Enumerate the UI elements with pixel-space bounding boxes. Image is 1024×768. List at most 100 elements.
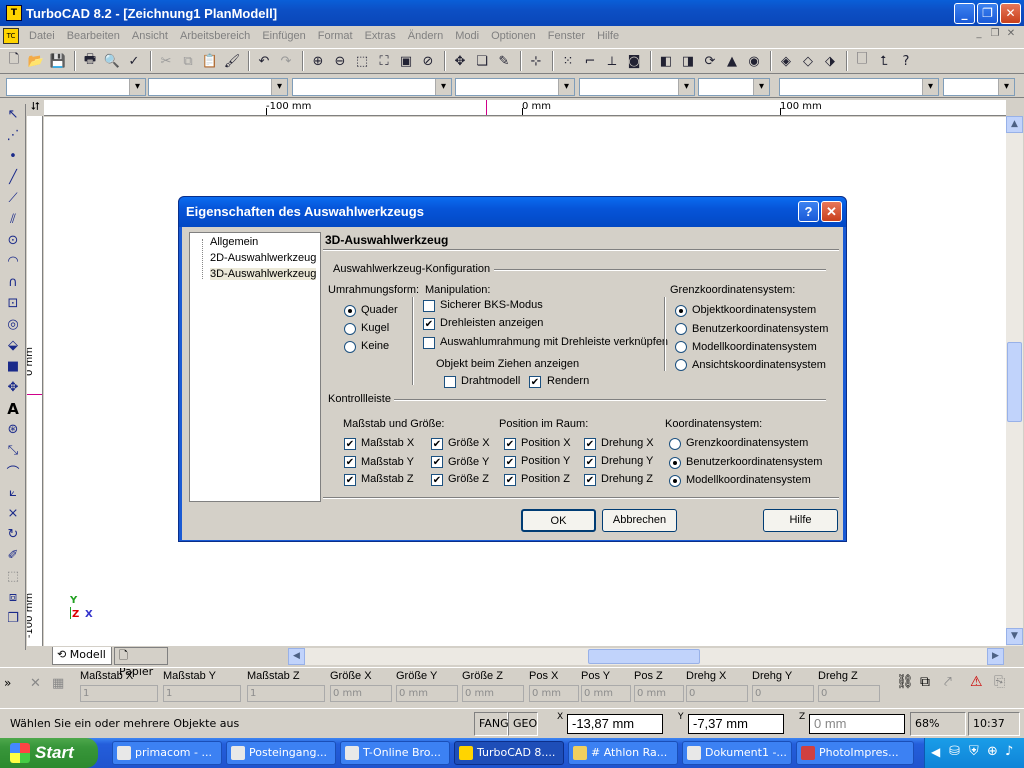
mdi-restore-icon[interactable]: ❐	[988, 28, 1002, 42]
task-primacom[interactable]: primacom - ...	[112, 741, 222, 765]
zoom-window-icon[interactable]: ⬚	[352, 51, 372, 71]
view-rotate-icon[interactable]: ⟳	[700, 51, 720, 71]
radio-ansichtskoord[interactable]	[675, 359, 687, 371]
double-line-icon[interactable]: ⫽	[2, 209, 24, 230]
layers-icon[interactable]: ❏	[472, 51, 492, 71]
snap-icon[interactable]: ⌐	[580, 51, 600, 71]
tray-arrow-icon[interactable]: ◀	[931, 745, 940, 759]
table-icon[interactable]: ▦	[52, 676, 64, 691]
zoom-out-icon[interactable]: ⊖	[330, 51, 350, 71]
checkbox-drehung-z[interactable]	[584, 474, 596, 486]
document-icon[interactable]: TC	[3, 28, 19, 44]
sphere-icon[interactable]: ◎	[2, 314, 24, 335]
tray-volume-icon[interactable]: ♪	[1005, 744, 1013, 759]
view-front-icon[interactable]: ◧	[656, 51, 676, 71]
fill-combo[interactable]	[779, 78, 939, 96]
scroll-right-icon[interactable]: ▶	[987, 648, 1004, 665]
z-coord-field[interactable]: 0 mm	[809, 714, 905, 734]
task-turbocad[interactable]: TurboCAD 8....	[454, 741, 564, 765]
axes-icon[interactable]: ⮤	[874, 51, 894, 71]
checkbox-position-x[interactable]	[504, 438, 516, 450]
trim-icon[interactable]: ⨯	[2, 503, 24, 524]
radio-keine[interactable]	[344, 341, 356, 353]
mdi-minimize-icon[interactable]: _	[972, 28, 986, 42]
radio-quader[interactable]	[344, 305, 356, 317]
menu-hilfe[interactable]: Hilfe	[591, 30, 625, 42]
tree-item-2d[interactable]: 2D-Auswahlwerkzeug	[210, 252, 316, 264]
minimize-button[interactable]: _	[954, 3, 975, 24]
cut-icon[interactable]: ✂	[156, 51, 176, 71]
layer-combo[interactable]	[6, 78, 146, 96]
menu-fenster[interactable]: Fenster	[542, 30, 591, 42]
tab-modell[interactable]: ⟲ Modell	[52, 647, 112, 665]
style-combo[interactable]	[943, 78, 1015, 96]
curve-icon[interactable]: ∩	[2, 272, 24, 293]
menu-format[interactable]: Format	[312, 30, 359, 42]
color-combo[interactable]	[148, 78, 288, 96]
copy-icon[interactable]: ⧉	[178, 51, 198, 71]
field-input[interactable]: 1	[247, 685, 325, 702]
ucs-icon[interactable]: ⊹	[526, 51, 546, 71]
mdi-close-icon[interactable]: ✕	[1004, 28, 1018, 42]
field-input[interactable]: 1	[80, 685, 158, 702]
modify-icon[interactable]: ⌒	[2, 461, 24, 482]
copy-tool-icon[interactable]: ❐	[2, 608, 24, 629]
radio-kugel[interactable]	[344, 323, 356, 335]
pan-icon[interactable]: ✥	[450, 51, 470, 71]
zoom-in-icon[interactable]: ⊕	[308, 51, 328, 71]
render-hidden-icon[interactable]: ⬗	[820, 51, 840, 71]
print-icon[interactable]: 🖶	[80, 51, 100, 71]
box-3d-icon[interactable]: ⬙	[2, 335, 24, 356]
field-input[interactable]: 0 mm	[529, 685, 579, 702]
group-icon[interactable]: ⬚	[2, 566, 24, 587]
explode-icon[interactable]: ⧈	[2, 587, 24, 608]
tray-security-icon[interactable]: ⛨	[969, 744, 979, 759]
render-mode-icon[interactable]: ◈	[776, 51, 796, 71]
save-icon[interactable]: 💾	[48, 51, 68, 71]
dialog-help-button[interactable]: ?	[798, 201, 819, 222]
radio-objektkoord[interactable]	[675, 305, 687, 317]
checkbox-massstab-x[interactable]	[344, 438, 356, 450]
zoom-page-icon[interactable]: ▣	[396, 51, 416, 71]
menu-arbeitsbereich[interactable]: Arbeitsbereich	[174, 30, 256, 42]
checkbox-groesse-x[interactable]	[431, 438, 443, 450]
grid-icon[interactable]: ⁙	[558, 51, 578, 71]
finish-icon[interactable]: ⎘	[994, 674, 1005, 690]
pen-combo[interactable]	[579, 78, 695, 96]
menu-optionen[interactable]: Optionen	[485, 30, 542, 42]
new-file-icon[interactable]: 🗋	[4, 51, 24, 71]
checkbox-drehleisten[interactable]	[423, 318, 435, 330]
task-athlon[interactable]: # Athlon Ra...	[568, 741, 678, 765]
page-icon[interactable]: 🗌	[852, 51, 872, 71]
checkbox-auswahlumrahmung[interactable]	[423, 337, 435, 349]
warning-icon[interactable]: ⚠	[970, 674, 983, 690]
checkbox-position-z[interactable]	[504, 474, 516, 486]
ok-button[interactable]: OK	[521, 509, 596, 532]
vertical-scrollbar[interactable]: ▲ ▼	[1006, 116, 1023, 646]
checkbox-drehung-x[interactable]	[584, 438, 596, 450]
start-button[interactable]: Start	[0, 738, 98, 768]
solid-icon[interactable]: ■	[2, 356, 24, 377]
radio-benutzerkoord[interactable]	[675, 323, 687, 335]
tray-network-icon[interactable]: ⛁	[949, 744, 960, 759]
redo-icon[interactable]: ↷	[276, 51, 296, 71]
checkbox-position-y[interactable]	[504, 456, 516, 468]
open-folder-icon[interactable]: 📂	[26, 51, 46, 71]
fillet-icon[interactable]: ⟀	[2, 482, 24, 503]
text-icon[interactable]: A	[2, 398, 24, 419]
symbol-icon[interactable]: ⊛	[2, 419, 24, 440]
ruler-corner-icon[interactable]: ⮃	[27, 100, 44, 116]
cancel-x-icon[interactable]: ✕	[30, 676, 41, 691]
spellcheck-icon[interactable]: ✓	[124, 51, 144, 71]
field-input[interactable]: 0	[686, 685, 748, 702]
dot-icon[interactable]: •	[2, 146, 24, 167]
rectangle-icon[interactable]: ⊡	[2, 293, 24, 314]
menu-einfuegen[interactable]: Einfügen	[256, 30, 311, 42]
circle-icon[interactable]: ⊙	[2, 230, 24, 251]
checkbox-sicherer-bks[interactable]	[423, 300, 435, 312]
horizontal-scrollbar[interactable]: ◀ ▶	[288, 648, 1004, 665]
select-arrow-icon[interactable]: ↖	[2, 104, 24, 125]
lineweight-combo[interactable]	[455, 78, 575, 96]
menu-bearbeiten[interactable]: Bearbeiten	[61, 30, 126, 42]
zoom-previous-icon[interactable]: ⊘	[418, 51, 438, 71]
